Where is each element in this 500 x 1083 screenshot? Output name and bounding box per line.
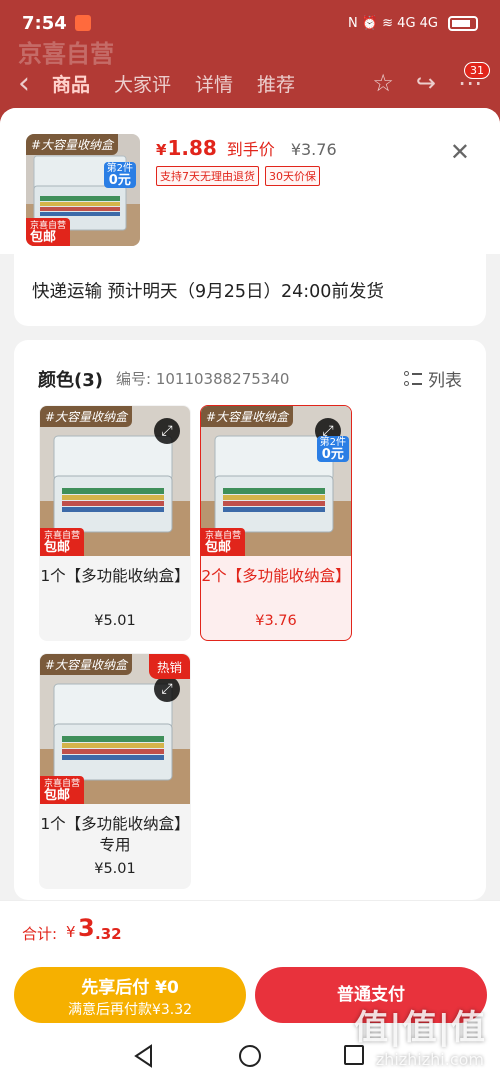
option-image: #大容量收纳盒 ⤢ 京喜自营 包邮 [40, 406, 190, 556]
total-label: 合计: [22, 925, 58, 943]
thumb-promo-value: 0元 [108, 173, 131, 188]
promo-badge: 第2件 0元 [316, 436, 349, 462]
list-view-toggle[interactable]: 列表 [404, 366, 462, 391]
thumb-promo-badge: 第2件 0元 [103, 162, 136, 188]
home-circle-icon[interactable] [239, 1045, 261, 1067]
thumb-pkg-text: 包邮 [30, 230, 57, 245]
back-arrow-icon[interactable]: ‹ [18, 66, 52, 101]
pay-later-button[interactable]: 先享后付 ¥0 满意后再付款¥3.32 [14, 967, 246, 1023]
share-icon[interactable]: ↪ [416, 69, 436, 97]
cart-count-badge: 31 [464, 62, 490, 79]
thumb-package-badge: 京喜自营 包邮 [26, 218, 71, 246]
pkg-text: 包邮 [205, 540, 232, 555]
total-row: 合计: ¥ 3 .32 [0, 900, 500, 962]
total-decimal: .32 [95, 925, 122, 943]
thumb-banner: #大容量收纳盒 [26, 134, 119, 155]
original-price: ¥3.76 [290, 140, 337, 159]
product-thumbnail[interactable]: #大容量收纳盒 第2件 0元 京喜自营 包邮 [26, 134, 140, 246]
status-time: 7:54 [22, 12, 67, 34]
pkg-text: 包邮 [44, 788, 71, 803]
pay-later-line1: 先享后付 ¥0 [81, 978, 179, 998]
shipping-card[interactable]: 快递运输 预计明天（9月25日）24:00前发货 [14, 254, 486, 326]
total-integer: 3 [78, 914, 95, 942]
color-section-title: 颜色(3) [38, 370, 103, 391]
tab-recommend[interactable]: 推荐 [257, 70, 295, 97]
shipping-text: 快递运输 预计明天（9月25日）24:00前发货 [32, 282, 384, 302]
tab-product[interactable]: 商品 [52, 70, 90, 97]
pay-later-line2: 满意后再付款¥3.32 [67, 1002, 193, 1018]
promo-value: 0元 [321, 447, 344, 462]
option-label: 1个【多功能收纳盒】专用 [40, 815, 190, 854]
final-price: 1.88 [167, 136, 217, 160]
option-label: 2个【多功能收纳盒】 [201, 567, 351, 585]
total-currency: ¥ [66, 923, 76, 941]
sheet-header: #大容量收纳盒 第2件 0元 京喜自营 包邮 ¥ 1.88 到手价 ¥3.76 … [0, 108, 500, 254]
option-price: ¥3.76 [255, 613, 297, 629]
battery-icon [448, 15, 478, 31]
list-icon [404, 370, 422, 387]
package-badge: 京喜自营 包邮 [40, 776, 85, 804]
hot-badge: 热销 [148, 654, 190, 679]
favorite-star-icon[interactable]: ☆ [372, 69, 394, 97]
close-icon[interactable]: ✕ [450, 138, 470, 166]
price-currency: ¥ [156, 141, 167, 159]
option-banner: #大容量收纳盒 [40, 406, 133, 427]
package-badge: 京喜自营 包邮 [40, 528, 85, 556]
option-price: ¥5.01 [94, 613, 136, 629]
expand-icon[interactable]: ⤢ [154, 676, 180, 702]
watermark-url: zhizhizhi.com [375, 1050, 484, 1069]
option-banner: #大容量收纳盒 [201, 406, 294, 427]
color-option-3[interactable]: #大容量收纳盒 ⤢ 京喜自营 包邮 热销 1个【多功能收纳盒】专用 ¥5.01 [39, 653, 191, 889]
color-options-card: 颜色(3) 编号: 10110388275340 列表 #大容量收纳盒 ⤢ 京喜… [14, 340, 486, 900]
service-tag-return: 支持7天无理由退货 [156, 166, 259, 186]
option-image: #大容量收纳盒 ⤢ 第2件 0元 京喜自营 包邮 [201, 406, 351, 556]
color-option-1[interactable]: #大容量收纳盒 ⤢ 京喜自营 包邮 1个【多功能收纳盒】 ¥5.01 [39, 405, 191, 641]
app-notification-icon [74, 15, 91, 31]
watermark-logo: 值|值|值 [354, 1008, 486, 1048]
product-nav: ‹ 商品 大家评 详情 推荐 ☆ ↪ ⋯ [0, 58, 500, 108]
list-label: 列表 [428, 371, 462, 391]
package-badge: 京喜自营 包邮 [201, 528, 246, 556]
color-option-2-selected[interactable]: #大容量收纳盒 ⤢ 第2件 0元 京喜自营 包邮 2个【多功能收纳盒】 ¥3.7… [200, 405, 352, 641]
status-icons: N ⏰ ≋ 4G 4G [347, 15, 478, 31]
service-tags: 支持7天无理由退货 30天价保 [156, 166, 320, 186]
price-line: ¥ 1.88 到手价 ¥3.76 [156, 136, 337, 160]
tab-details[interactable]: 详情 [195, 70, 233, 97]
option-price: ¥5.01 [94, 861, 136, 877]
product-code: 编号: 10110388275340 [116, 370, 290, 388]
tab-reviews[interactable]: 大家评 [114, 70, 171, 97]
option-banner: #大容量收纳盒 [40, 654, 133, 675]
expand-icon[interactable]: ⤢ [154, 418, 180, 444]
status-bar: 7:54 N ⏰ ≋ 4G 4G [0, 0, 500, 46]
pkg-text: 包邮 [44, 540, 71, 555]
status-icons-text: N ⏰ ≋ 4G 4G [347, 15, 438, 31]
option-label: 1个【多功能收纳盒】 [40, 567, 190, 585]
final-price-tag: 到手价 [226, 140, 275, 159]
service-tag-price-protect: 30天价保 [265, 166, 320, 186]
back-triangle-icon[interactable] [133, 1044, 155, 1068]
